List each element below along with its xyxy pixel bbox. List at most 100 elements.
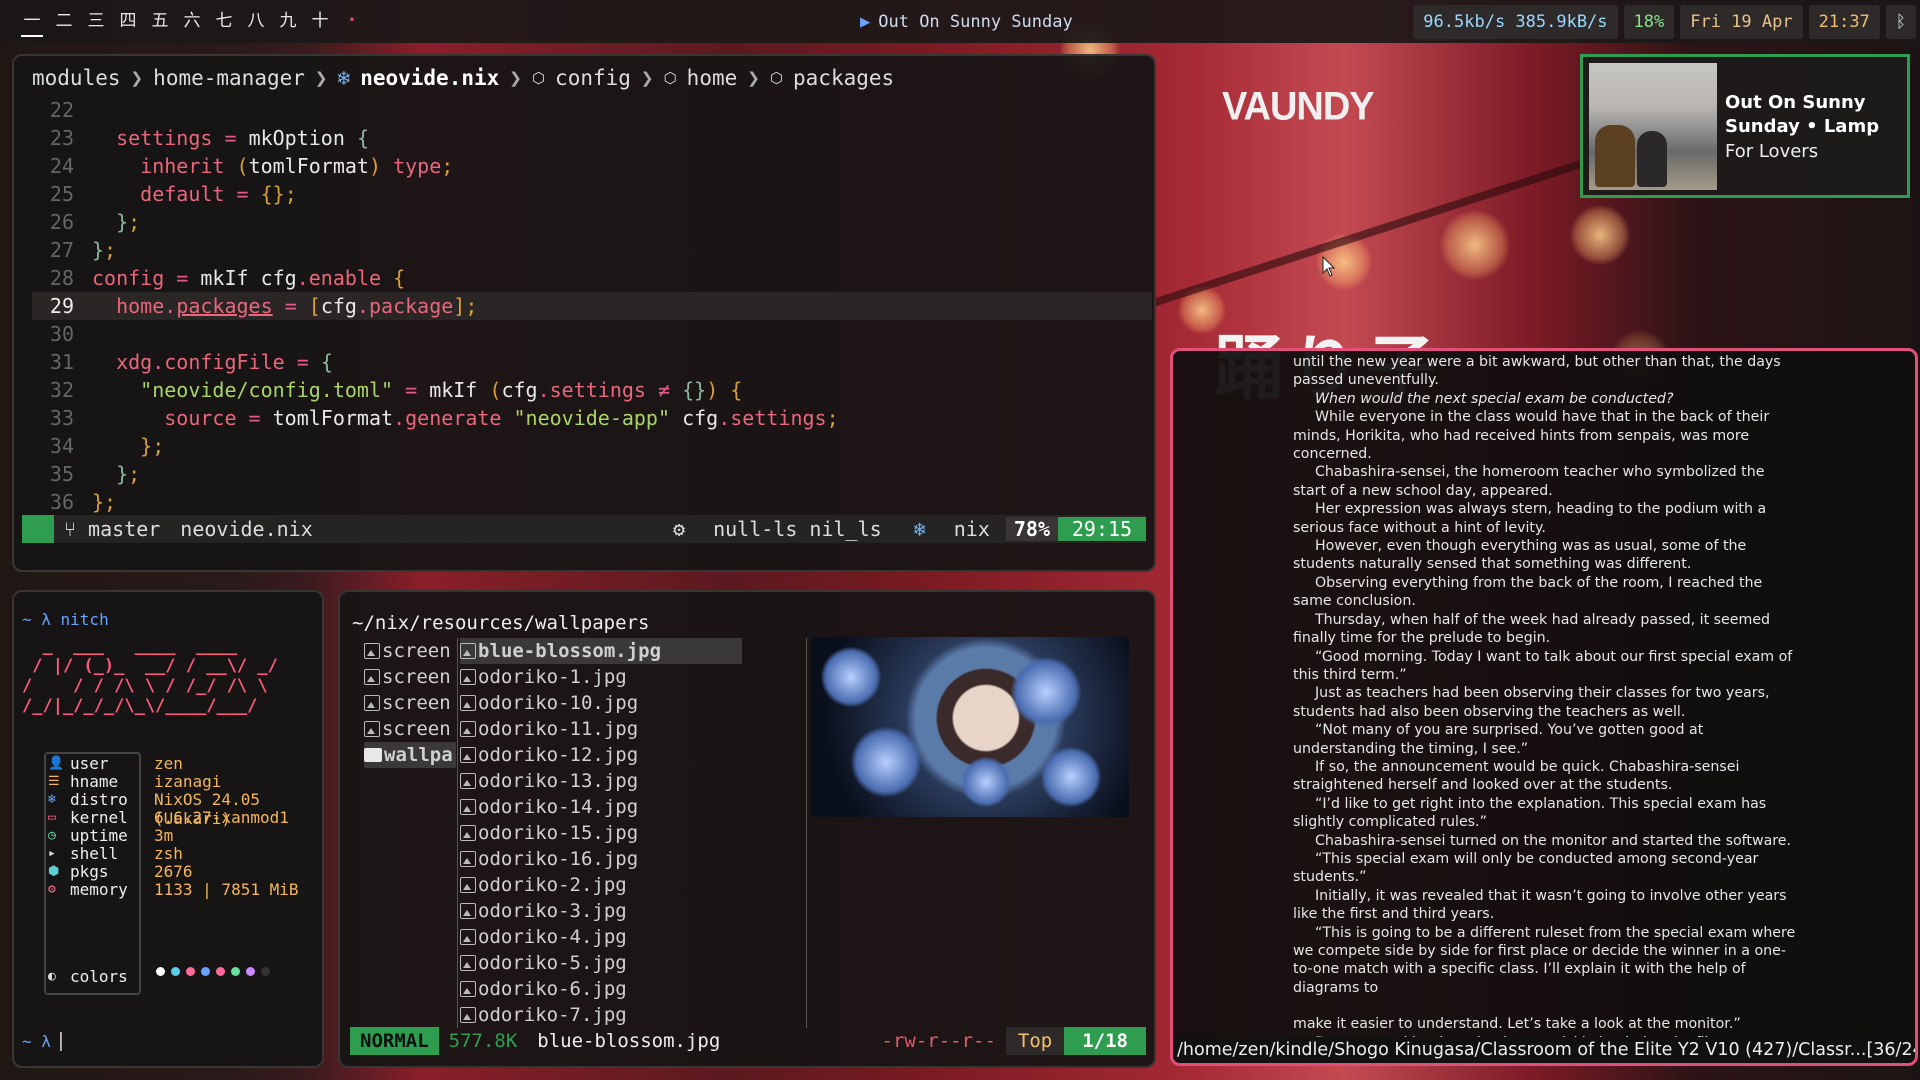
- prompt[interactable]: ~ λ ▏: [22, 1032, 70, 1051]
- line-number: 24: [49, 154, 74, 178]
- code-line[interactable]: 25 default = {};: [32, 180, 1152, 208]
- parent-list-item[interactable]: wallpa: [364, 742, 456, 768]
- workspace-1[interactable]: 一: [16, 0, 48, 43]
- module-icon: ⬡: [531, 69, 546, 87]
- item-label: screen: [382, 640, 451, 662]
- file-label: odoriko-3.jpg: [478, 900, 627, 922]
- sysinfo-kernel: ▭ kernel: [48, 808, 128, 827]
- workspace-2[interactable]: 二: [48, 0, 80, 43]
- item-label: screen: [382, 692, 451, 714]
- code-line[interactable]: 35 };: [32, 460, 1152, 488]
- nitch-terminal[interactable]: ~ λ nitch _ ___ ____ ____ / |/ (_)_ __/ …: [12, 590, 324, 1068]
- file-list-item[interactable]: odoriko-4.jpg: [460, 924, 742, 950]
- breadcrumb-item[interactable]: home: [687, 66, 738, 90]
- book-paragraph: “Not many of you are surprised. You’ve g…: [1293, 722, 1704, 757]
- workspace-8[interactable]: 八: [240, 0, 272, 43]
- play-icon[interactable]: ▶: [860, 12, 870, 32]
- ebook-reader-window[interactable]: until the new year were a bit awkward, b…: [1170, 348, 1918, 1066]
- code-line[interactable]: 34 };: [32, 432, 1152, 460]
- code-line[interactable]: 26 };: [32, 208, 1152, 236]
- item-label: screen: [382, 666, 451, 688]
- parent-list-item[interactable]: screen: [364, 638, 456, 664]
- breadcrumb-item[interactable]: neovide.nix: [360, 66, 499, 90]
- file-list-item[interactable]: odoriko-5.jpg: [460, 950, 742, 976]
- workspace-7[interactable]: 七: [208, 0, 240, 43]
- workspace-5[interactable]: 五: [144, 0, 176, 43]
- file-label: odoriko-11.jpg: [478, 718, 639, 740]
- workspace-4[interactable]: 四: [112, 0, 144, 43]
- parent-list-item[interactable]: screen: [364, 716, 456, 742]
- file-label: odoriko-4.jpg: [478, 926, 627, 948]
- file-list-item[interactable]: odoriko-16.jpg: [460, 846, 742, 872]
- sysinfo-key: kernel: [70, 808, 128, 827]
- file-list-item[interactable]: odoriko-1.jpg: [460, 664, 742, 690]
- status-area: 96.5kb/s 385.9kB/s 18% Fri 19 Apr 21:37 …: [1413, 0, 1920, 43]
- prompt-symbol: ~ λ: [22, 1032, 51, 1051]
- breadcrumb-item[interactable]: home-manager: [153, 66, 305, 90]
- workspace-6[interactable]: 六: [176, 0, 208, 43]
- module-icon: ⬡: [663, 69, 677, 87]
- book-paragraph: If so, the announcement would be quick. …: [1293, 758, 1740, 794]
- color-swatch: [261, 967, 270, 976]
- mouse-pointer-icon: [1322, 255, 1336, 278]
- breadcrumb-item[interactable]: config: [555, 66, 631, 90]
- file-list-item[interactable]: odoriko-12.jpg: [460, 742, 742, 768]
- code-line[interactable]: 31 xdg.configFile = {: [32, 348, 1152, 376]
- book-paragraph: “Good morning. Today I want to talk abou…: [1293, 648, 1793, 683]
- file-list-item[interactable]: odoriko-11.jpg: [460, 716, 742, 742]
- item-label: wallpa: [384, 744, 453, 766]
- file-list[interactable]: blue-blossom.jpg odoriko-1.jpg odoriko-10.…: [460, 638, 742, 1028]
- image-file-icon: [460, 799, 476, 815]
- file-list-item[interactable]: odoriko-2.jpg: [460, 872, 742, 898]
- workspace-9[interactable]: 九: [272, 0, 304, 43]
- neovim-editor-window[interactable]: modules ❯ home-manager ❯ ❄ neovide.nix ❯ ⬡ co…: [12, 54, 1156, 572]
- column-divider: [806, 638, 807, 1028]
- file-list-item[interactable]: odoriko-7.jpg: [460, 1002, 742, 1028]
- sysinfo-value: 6.6.27-xanmod1: [154, 808, 289, 827]
- workspace-10[interactable]: 十: [304, 0, 336, 43]
- code-line[interactable]: 22: [32, 96, 1152, 124]
- line-number: 33: [49, 406, 74, 430]
- code-line[interactable]: 28 config = mkIf cfg.enable {: [32, 264, 1152, 292]
- now-playing[interactable]: ▶ Out On Sunny Sunday: [860, 0, 1073, 43]
- file-label: odoriko-2.jpg: [478, 874, 627, 896]
- image-file-icon: [460, 825, 476, 841]
- line-number: 23: [49, 126, 74, 150]
- file-label: odoriko-12.jpg: [478, 744, 639, 766]
- sysinfo-key: uptime: [70, 826, 128, 845]
- file-list-item[interactable]: odoriko-10.jpg: [460, 690, 742, 716]
- code-area[interactable]: 22 23 settings = mkOption {24 inherit (to…: [32, 96, 1152, 516]
- code-line[interactable]: 32 "neovide/config.toml" = mkIf (cfg.set…: [32, 376, 1152, 404]
- file-list-item[interactable]: odoriko-13.jpg: [460, 768, 742, 794]
- music-notification[interactable]: Out On Sunny Sunday • Lamp For Lovers: [1580, 54, 1910, 198]
- parent-list-item[interactable]: screen: [364, 664, 456, 690]
- file-list-item[interactable]: odoriko-14.jpg: [460, 794, 742, 820]
- file-list-item[interactable]: blue-blossom.jpg: [460, 638, 742, 664]
- line-number: 29: [49, 294, 74, 318]
- code-line[interactable]: 24 inherit (tomlFormat) type;: [32, 152, 1152, 180]
- code-line[interactable]: 27};: [32, 236, 1152, 264]
- bluetooth-icon[interactable]: ᛒ: [1885, 4, 1916, 39]
- code-line[interactable]: 30: [32, 320, 1152, 348]
- code-line[interactable]: 29 home.packages = [cfg.package];: [32, 292, 1152, 320]
- workspace-11[interactable]: ・: [336, 0, 368, 43]
- book-paragraph: However, even though everything was as u…: [1293, 538, 1747, 573]
- code-line[interactable]: 36};: [32, 488, 1152, 516]
- code-line[interactable]: 23 settings = mkOption {: [32, 124, 1152, 152]
- file-list-item[interactable]: odoriko-3.jpg: [460, 898, 742, 924]
- line-number: 32: [49, 378, 74, 402]
- file-list-item[interactable]: odoriko-6.jpg: [460, 976, 742, 1002]
- parent-list-item[interactable]: screen: [364, 690, 456, 716]
- code-line[interactable]: 33 source = tomlFormat.generate "neovide…: [32, 404, 1152, 432]
- breadcrumb-item[interactable]: modules: [32, 66, 121, 90]
- color-swatch: [201, 967, 210, 976]
- sysinfo-distro: ❄ distro: [48, 790, 128, 809]
- file-manager-window[interactable]: ~/nix/resources/wallpapers screen screen s…: [338, 590, 1156, 1068]
- line-number: 36: [49, 490, 74, 514]
- workspace-3[interactable]: 三: [80, 0, 112, 43]
- file-list-item[interactable]: odoriko-15.jpg: [460, 820, 742, 846]
- parent-directory-list[interactable]: screen screen screen screen wallpa: [364, 638, 456, 768]
- palette-icon: ◐: [48, 969, 56, 984]
- breadcrumb-item[interactable]: packages: [793, 66, 894, 90]
- line-number: 31: [49, 350, 74, 374]
